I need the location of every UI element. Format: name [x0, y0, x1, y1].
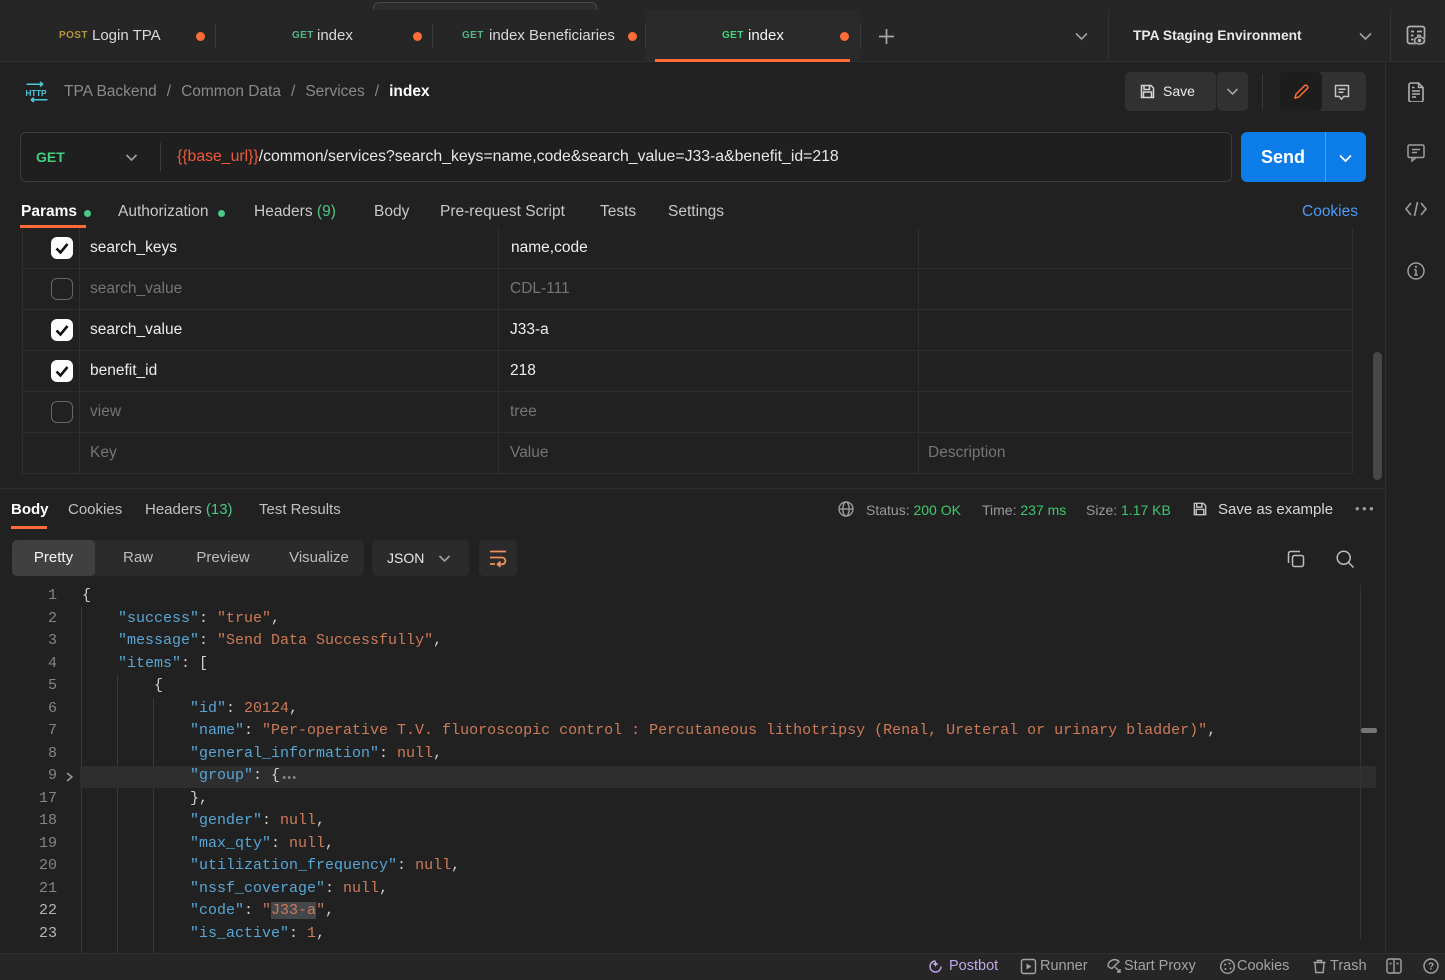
svg-text:?: ?: [1428, 962, 1434, 973]
svg-text:HTTP: HTTP: [26, 89, 48, 98]
